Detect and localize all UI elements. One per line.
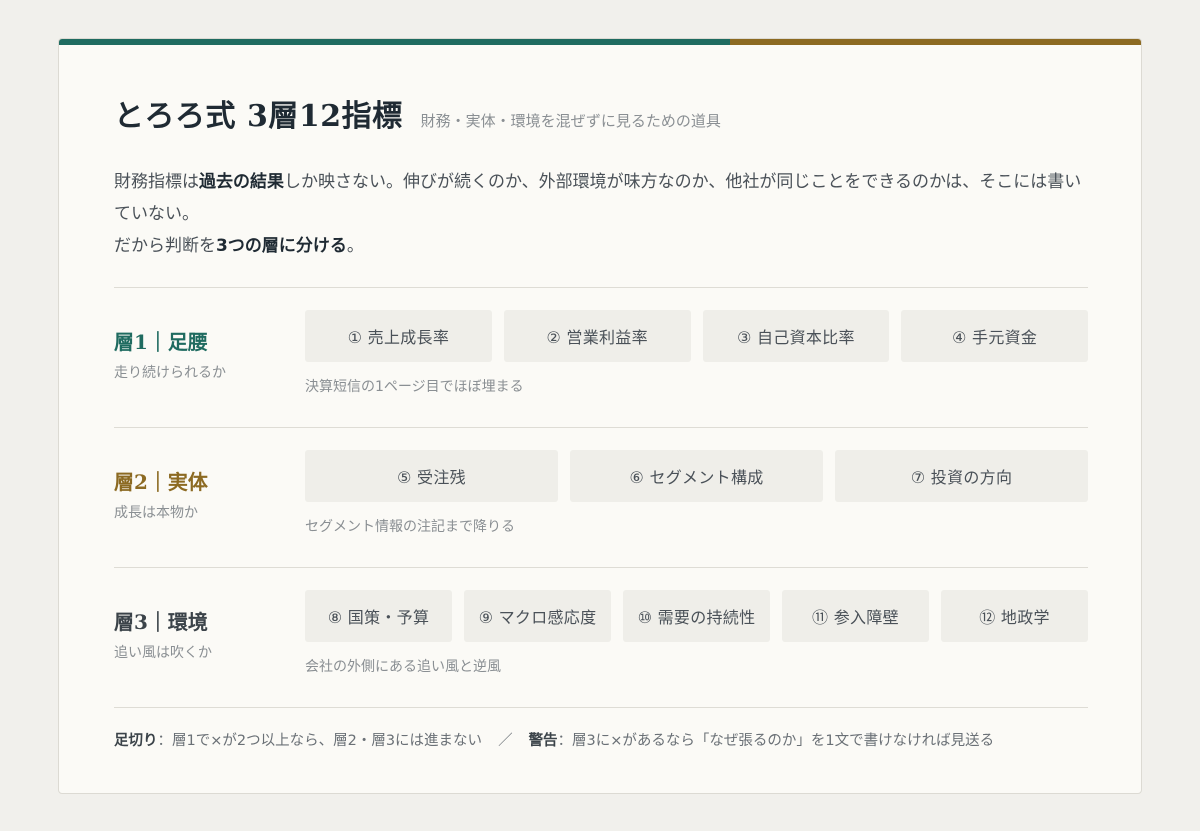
indicator-chip: ⑥ セグメント構成 [570, 450, 823, 502]
intro-line-1-pre: 財務指標は [114, 172, 199, 192]
indicator-chip: ① 売上成長率 [305, 310, 492, 362]
intro-line-2-emphasis: 3つの層に分ける [216, 236, 347, 256]
intro-line-2-pre: だから判断を [114, 236, 216, 256]
warning-text: ：層3に×があるなら「なぜ張るのか」を1文で書けなければ見送る [557, 733, 995, 749]
divider [114, 287, 1088, 288]
indicator-chip: ⑤ 受注残 [305, 450, 558, 502]
accent-bar-teal [59, 39, 730, 45]
intro-line-2: だから判断を3つの層に分ける。 [114, 230, 1089, 262]
intro-line-1: 財務指標は過去の結果しか映さない。伸びが続くのか、外部環境が味方なのか、他社が同… [114, 166, 1089, 230]
intro-text: 財務指標は過去の結果しか映さない。伸びが続くのか、外部環境が味方なのか、他社が同… [114, 166, 1089, 262]
layer-3-description: 追い風は吹くか [114, 645, 212, 661]
divider [114, 567, 1088, 568]
indicator-chip: ⑪ 参入障壁 [782, 590, 929, 642]
layer-2-indicators: ⑤ 受注残 ⑥ セグメント構成 ⑦ 投資の方向 [305, 450, 1088, 502]
divider [114, 427, 1088, 428]
layer-2-description: 成長は本物か [114, 505, 198, 521]
indicator-card: とろろ式 3層12指標 財務・実体・環境を混ぜずに見るための道具 財務指標は過去… [58, 38, 1142, 794]
accent-bar-brown [729, 39, 1141, 45]
card-subtitle: 財務・実体・環境を混ぜずに見るための道具 [420, 112, 721, 130]
layer-1-title: 層1｜足腰 [114, 330, 208, 354]
rules-footer: 足切り：層1で×が2つ以上なら、層2・層3には進まない ／ 警告：層3に×があるなら… [114, 729, 1088, 750]
cutoff-text: ：層1で×が2つ以上なら、層2・層3には進まない [157, 733, 483, 749]
indicator-chip: ③ 自己資本比率 [702, 310, 890, 362]
intro-line-1-emphasis: 過去の結果 [199, 172, 284, 192]
indicator-chip: ⑩ 需要の持続性 [623, 590, 770, 642]
indicator-chip: ⑦ 投資の方向 [835, 450, 1088, 502]
layer-1-note: 決算短信の1ページ目でほぼ埋まる [305, 379, 524, 395]
indicator-chip: ④ 手元資金 [901, 310, 1088, 362]
warning-label: 警告 [528, 733, 558, 749]
indicator-chip: ⑧ 国策・予算 [305, 590, 452, 642]
indicator-chip: ② 営業利益率 [503, 310, 691, 362]
layer-2-title: 層2｜実体 [114, 470, 208, 494]
layer-3-title: 層3｜環境 [114, 610, 208, 634]
indicator-chip: ⑨ マクロ感応度 [464, 590, 611, 642]
footer-separator: ／ [498, 733, 513, 749]
layer-1-indicators: ① 売上成長率 ② 営業利益率 ③ 自己資本比率 ④ 手元資金 [305, 310, 1088, 362]
card-header: とろろ式 3層12指標 財務・実体・環境を混ぜずに見るための道具 [114, 91, 721, 135]
layer-3-indicators: ⑧ 国策・予算 ⑨ マクロ感応度 ⑩ 需要の持続性 ⑪ 参入障壁 ⑫ 地政学 [305, 590, 1088, 642]
indicator-chip: ⑫ 地政学 [941, 590, 1088, 642]
layer-2-note: セグメント情報の注記まで降りる [305, 519, 515, 535]
intro-line-2-post: 。 [346, 236, 364, 256]
card-title: とろろ式 3層12指標 [114, 99, 403, 134]
layer-1-description: 走り続けられるか [114, 365, 226, 381]
cutoff-label: 足切り [114, 733, 158, 749]
divider [114, 707, 1088, 708]
accent-bar [59, 39, 1141, 45]
layer-3-note: 会社の外側にある追い風と逆風 [305, 659, 501, 675]
